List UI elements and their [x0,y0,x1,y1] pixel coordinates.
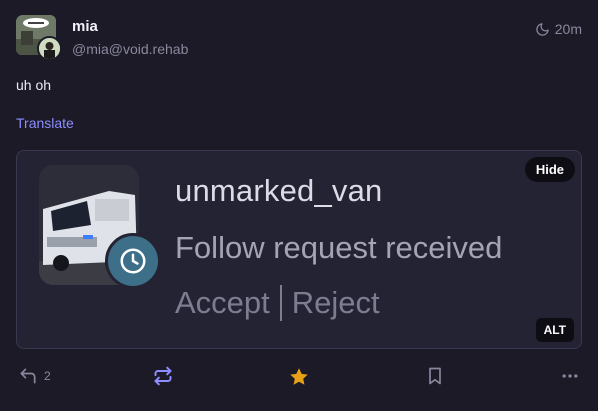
notification-actions: Accept Reject [175,285,380,321]
notification-title: unmarked_van [175,173,383,208]
boost-button[interactable] [153,366,173,386]
avatar[interactable] [16,15,62,61]
bookmark-icon [425,366,445,386]
relative-time: 20m [554,21,582,37]
reply-count: 2 [44,369,51,383]
boost-icon [153,366,173,386]
reply-icon [18,366,38,386]
accept-label: Accept [175,285,270,320]
inline-avatar-image [37,36,62,61]
status-time[interactable]: 20m [535,21,582,37]
moon-icon [535,22,550,37]
star-icon [288,366,310,388]
display-name[interactable]: mia [72,18,98,35]
account-handle[interactable]: @mia@void.rehab [72,41,188,57]
translate-link[interactable]: Translate [16,115,74,131]
bookmark-button[interactable] [425,366,445,386]
reject-label: Reject [291,285,380,320]
notification-subtitle: Follow request received [175,230,503,265]
favourite-button[interactable] [288,366,310,388]
alt-text-button[interactable]: ALT [535,318,574,342]
hide-media-button[interactable]: Hide [524,157,575,182]
more-icon [560,366,580,386]
clock-icon [105,233,161,289]
media-attachment[interactable]: unmarked_van Follow request received Acc… [16,150,582,349]
reply-button[interactable]: 2 [18,366,51,386]
status-post: mia @mia@void.rehab 20m uh oh Translate [0,0,598,411]
divider [279,285,282,321]
more-options-button[interactable] [560,366,580,386]
status-content: uh oh [16,77,52,93]
